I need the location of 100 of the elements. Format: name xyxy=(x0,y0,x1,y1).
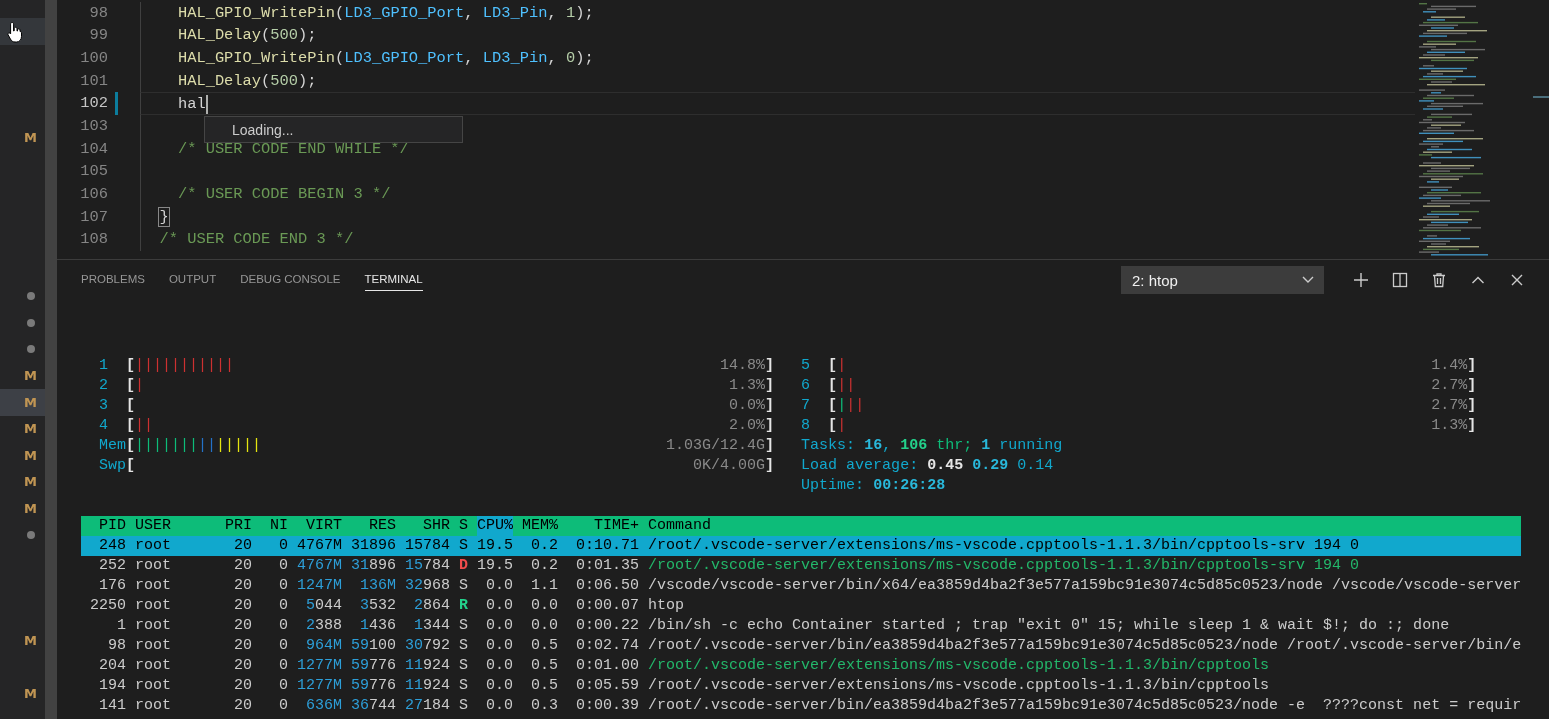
code-token: ); xyxy=(298,26,317,45)
meter-bars: ||| xyxy=(837,396,865,416)
table-cell-text: 0:01.35 xyxy=(575,556,639,576)
code-token: LD3_Pin xyxy=(482,48,548,67)
column-header[interactable]: Command xyxy=(648,516,1522,536)
table-cell-text: 136M xyxy=(359,576,396,596)
table-cell-text: 5044 xyxy=(304,596,342,616)
meter-bracket: ] xyxy=(765,356,775,376)
code-token: HAL_Delay xyxy=(176,71,262,90)
column-header[interactable]: TIME+ xyxy=(567,516,639,536)
table-cell-text: 3532 xyxy=(358,596,396,616)
panel-tab[interactable]: TERMINAL xyxy=(364,269,423,291)
split-icon[interactable] xyxy=(1392,272,1408,288)
table-cell: 15784 xyxy=(405,536,450,556)
status-dot xyxy=(27,530,35,539)
table-cell-text: 0.0 xyxy=(485,676,513,696)
table-cell: 59776 xyxy=(351,656,396,676)
meter-label: 6 xyxy=(801,376,812,396)
code-token: , xyxy=(547,48,558,67)
table-cell-text: 0.0 xyxy=(530,616,558,636)
table-cell-text: 0.0 xyxy=(485,636,513,656)
table-cell-text: 20 xyxy=(233,636,252,656)
table-cell-text: 1436 xyxy=(358,616,396,636)
explorer-row[interactable]: M xyxy=(0,389,45,416)
plus-icon[interactable] xyxy=(1353,272,1369,288)
table-cell-text: 0:00.07 xyxy=(575,596,639,616)
meter-label: 8 xyxy=(801,416,812,436)
line-number: 98 xyxy=(88,2,108,24)
selected-row[interactable]: 248 root 20 0 4767M 31896 15784 S 19.5 0.2 0:10.71 /root/.vscode-server/extensions/ms-vscode.cpptools-1.1.3/bin/cpptools-srv 194 0 xyxy=(81,536,1522,556)
table-cell-text: 1344 xyxy=(412,616,450,636)
table-cell-text: 0.0 xyxy=(485,616,513,636)
table-cell-text: 0 xyxy=(278,556,288,576)
panel-tab[interactable]: PROBLEMS xyxy=(81,269,145,291)
table-cell-text: 20 xyxy=(233,576,252,596)
meter-value: 2.0% xyxy=(729,416,766,436)
table-cell-text: 0:02.74 xyxy=(575,636,639,656)
code-token: ( xyxy=(334,48,345,67)
table-cell: 19.5 xyxy=(477,536,513,556)
table-cell-text: 0.0 xyxy=(485,656,513,676)
status-dot xyxy=(27,345,35,354)
meter-bracket: ] xyxy=(765,376,775,396)
table-cell: R xyxy=(459,596,468,616)
meter-bars: || xyxy=(135,416,154,436)
meter-bars: |||||||||||||| xyxy=(135,436,262,456)
table-cell-text: 1 xyxy=(116,616,126,636)
line-number: 101 xyxy=(79,70,108,92)
table-cell-text: 964M xyxy=(305,636,342,656)
summary-line: Tasks: 16, 106 thr; 1 running xyxy=(801,437,1063,454)
table-cell: 36744 xyxy=(351,696,396,716)
line-number: 104 xyxy=(79,138,108,160)
table-cell-text: root xyxy=(135,676,172,696)
scrollbar-track[interactable] xyxy=(45,0,57,719)
code-token: HAL_GPIO_WritePin xyxy=(176,48,335,67)
code-token: ); xyxy=(575,3,594,22)
terminal-select[interactable]: 2: htop xyxy=(1121,266,1324,294)
table-cell: S xyxy=(459,576,468,596)
modified-label: M xyxy=(24,394,37,410)
meter-label: Swp xyxy=(99,456,126,476)
meter-bracket: ] xyxy=(765,396,775,416)
table-cell-text: 0:00.39 xyxy=(575,696,639,716)
meter-value: 1.3% xyxy=(1431,416,1468,436)
meter-value: 0.0% xyxy=(729,396,766,416)
table-cell-text: 0.0 xyxy=(485,576,513,596)
panel-tab[interactable]: OUTPUT xyxy=(168,269,217,291)
code-token: hal xyxy=(176,95,206,114)
table-cell: 32968 xyxy=(405,576,450,596)
line-number: 103 xyxy=(79,116,108,138)
modified-label: M xyxy=(24,447,37,463)
column-header[interactable]: VIRT xyxy=(297,516,342,536)
explorer-row[interactable] xyxy=(0,18,45,45)
trash-icon[interactable] xyxy=(1431,272,1447,288)
code-token: , xyxy=(464,48,475,67)
table-cell: 1277M xyxy=(297,656,342,676)
column-header[interactable]: MEM% xyxy=(522,516,558,536)
table-cell: D xyxy=(459,556,468,576)
table-cell-text: root xyxy=(135,616,172,636)
table-cell-text: 0.0 xyxy=(485,696,513,716)
close-icon[interactable] xyxy=(1509,272,1525,288)
column-header[interactable]: USER xyxy=(135,516,216,536)
column-header[interactable]: PID xyxy=(81,516,126,536)
code-token: HAL_Delay xyxy=(176,26,262,45)
code-token: 0 xyxy=(565,48,576,67)
column-header[interactable]: SHR xyxy=(405,516,450,536)
modified-label: M xyxy=(24,633,37,649)
column-header[interactable]: CPU% xyxy=(477,516,513,536)
column-header[interactable]: PRI xyxy=(225,516,252,536)
table-cell-text: 0.3 xyxy=(530,696,558,716)
table-cell: S xyxy=(459,616,468,636)
table-cell: 30792 xyxy=(405,636,450,656)
column-header[interactable]: NI xyxy=(261,516,288,536)
table-cell-text: 0 xyxy=(278,636,288,656)
table-cell: 4767M xyxy=(297,536,342,556)
column-header[interactable]: RES xyxy=(351,516,396,536)
panel-tab[interactable]: DEBUG CONSOLE xyxy=(240,269,341,291)
line-number: 102 xyxy=(79,93,108,115)
modified-label: M xyxy=(24,368,37,384)
table-cell-text: 141 xyxy=(98,696,126,716)
column-header[interactable]: S xyxy=(459,516,468,536)
table-cell-text: 0 xyxy=(278,696,288,716)
table-cell-text: 0:01.00 xyxy=(575,656,639,676)
